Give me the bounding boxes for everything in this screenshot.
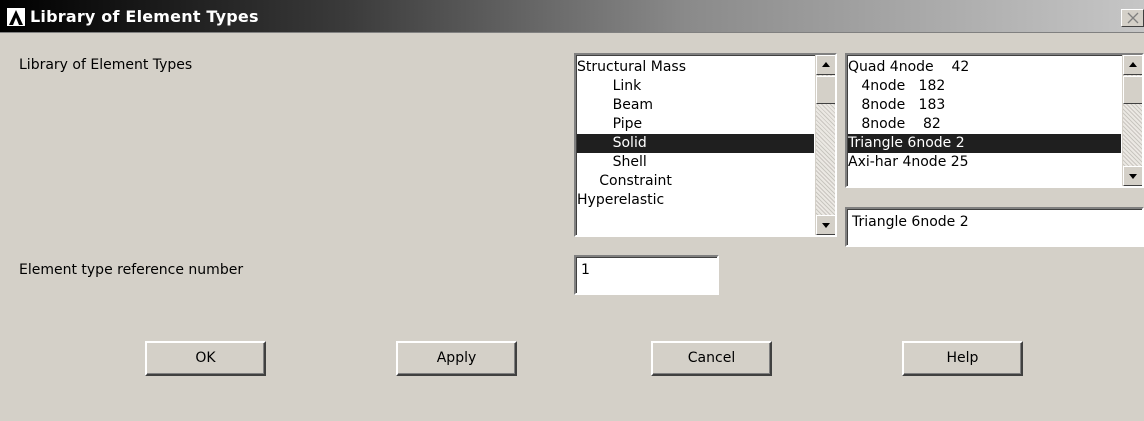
element-type-list[interactable]: Quad 4node 42 4node 182 8node 183 8node … (845, 53, 1144, 188)
element-items: Quad 4node 42 4node 182 8node 183 8node … (848, 58, 1121, 172)
list-item[interactable]: Axi-har 4node 25 (848, 153, 1121, 172)
window-title: Library of Element Types (30, 7, 259, 26)
list-item[interactable]: 8node 82 (848, 115, 1121, 134)
arrow-down-icon (1129, 174, 1137, 179)
category-items: Structural Mass Link Beam Pipe Solid She… (577, 58, 814, 210)
scroll-thumb[interactable] (1123, 76, 1142, 104)
scroll-up-button[interactable] (1123, 55, 1142, 75)
list-item[interactable]: Hyperelastic (577, 191, 814, 210)
list-item[interactable]: Constraint (577, 172, 814, 191)
help-button[interactable]: Help (902, 341, 1023, 376)
list-item[interactable]: Pipe (577, 115, 814, 134)
list-item[interactable]: Structural Mass (577, 58, 814, 77)
list-item-selected[interactable]: Triangle 6node 2 (848, 134, 1121, 153)
category-scrollbar[interactable] (815, 55, 835, 235)
element-category-list[interactable]: Structural Mass Link Beam Pipe Solid She… (574, 53, 837, 237)
list-item[interactable]: 4node 182 (848, 77, 1121, 96)
ansys-logo-icon (6, 7, 26, 27)
element-scrollbar[interactable] (1122, 55, 1142, 186)
list-item[interactable]: Shell (577, 153, 814, 172)
scroll-thumb[interactable] (816, 76, 835, 104)
ref-number-label: Element type reference number (19, 262, 244, 278)
ref-number-input[interactable]: 1 (574, 255, 719, 295)
scroll-down-button[interactable] (816, 215, 835, 235)
close-icon (1127, 12, 1138, 24)
cancel-button[interactable]: Cancel (651, 341, 772, 376)
list-item[interactable]: Quad 4node 42 (848, 58, 1121, 77)
arrow-up-icon (1129, 62, 1137, 67)
ok-button[interactable]: OK (145, 341, 266, 376)
list-item[interactable]: Link (577, 77, 814, 96)
list-item[interactable]: 8node 183 (848, 96, 1121, 115)
title-bar[interactable]: Library of Element Types (0, 0, 1144, 33)
arrow-down-icon (822, 223, 830, 228)
selected-element-field[interactable]: Triangle 6node 2 (845, 207, 1144, 247)
library-label: Library of Element Types (19, 57, 193, 73)
list-item-selected[interactable]: Solid (577, 134, 814, 153)
apply-button[interactable]: Apply (396, 341, 517, 376)
arrow-up-icon (822, 62, 830, 67)
list-item[interactable]: Beam (577, 96, 814, 115)
scroll-up-button[interactable] (816, 55, 835, 75)
close-button[interactable] (1121, 9, 1144, 27)
scroll-down-button[interactable] (1123, 166, 1142, 186)
